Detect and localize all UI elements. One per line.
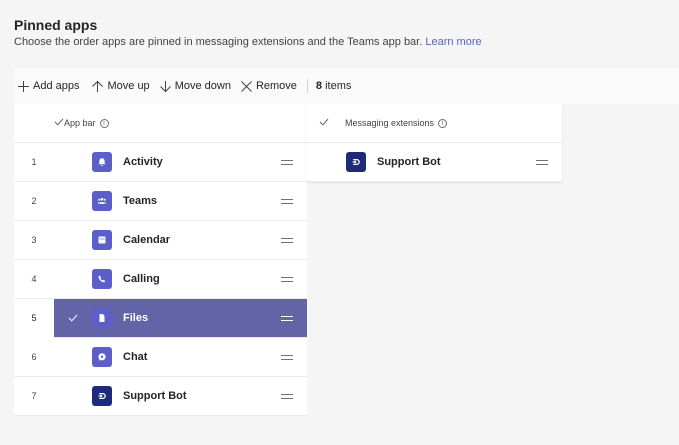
app-bar-row[interactable]: 7 Support Bot [14,377,307,416]
app-name: Calendar [123,234,171,246]
drag-handle-icon[interactable] [536,159,548,165]
learn-more-link[interactable]: Learn more [425,36,481,48]
page-title: Pinned apps [14,17,98,33]
messaging-extensions-header: Messaging extensions i [307,104,562,143]
add-apps-button[interactable]: Add apps [14,68,82,104]
arrow-down-icon [159,80,171,92]
toolbar-divider [306,79,308,93]
checkmark-icon [54,118,64,126]
calendar-icon [98,236,106,244]
app-bar-row[interactable]: 6 Chat [14,338,307,377]
remove-button[interactable]: Remove [237,68,300,104]
file-icon [99,314,105,322]
app-icon-tile [92,191,112,211]
app-name: Files [123,312,149,324]
messaging-extension-row[interactable]: Support Bot [307,143,562,182]
app-icon-tile [92,386,112,406]
move-up-label: Move up [107,80,150,92]
plus-icon [18,80,29,92]
app-name: Teams [123,195,158,207]
row-number: 5 [14,298,54,338]
app-icon-tile [92,308,112,328]
add-apps-label: Add apps [33,80,80,92]
drag-handle-icon[interactable] [281,159,293,165]
drag-handle-icon[interactable] [281,276,293,282]
app-bar-row[interactable]: 1 Activity [14,143,307,182]
app-icon-tile [92,269,112,289]
messaging-extensions-panel: Messaging extensions i Support Bot [307,104,562,182]
close-icon [241,80,252,92]
app-name: Activity [123,156,163,168]
item-count-suffix: items [325,80,352,92]
row-number: 2 [31,196,37,206]
app-name: Chat [123,351,148,363]
checkmark-icon [319,118,329,126]
app-bar-row[interactable]: 5 Files [14,298,307,338]
app-icon-tile [92,347,112,367]
row-checkbox[interactable] [54,314,92,322]
app-name: Support Bot [377,156,441,168]
info-icon[interactable]: i [99,118,109,128]
row-number: 1 [31,157,37,167]
drag-handle-icon[interactable] [281,354,293,360]
app-name: Calling [123,273,160,285]
app-bar-row[interactable]: 2 Teams [14,182,307,221]
item-count: 8 items [316,80,351,92]
bot-icon [98,392,106,400]
bot-icon [352,158,360,166]
people-icon [98,197,106,204]
app-icon-tile [92,152,112,172]
app-bar-header: App bar i [14,104,307,143]
page-header: Pinned apps Choose the order apps are pi… [14,16,482,49]
app-name: Support Bot [123,390,187,402]
app-bar-header-label: App bar [64,118,96,128]
drag-handle-icon[interactable] [281,237,293,243]
chat-icon [98,353,106,361]
item-count-value: 8 [315,80,323,92]
row-number: 6 [31,352,37,362]
drag-handle-icon[interactable] [281,198,293,204]
row-number: 7 [31,391,37,401]
arrow-up-icon [92,80,104,92]
app-icon-tile [92,230,112,250]
messaging-extensions-header-label: Messaging extensions [345,118,435,128]
app-bar-row[interactable]: 3 Calendar [14,221,307,260]
move-up-button[interactable]: Move up [88,68,152,104]
move-down-label: Move down [174,80,231,92]
select-all-extensions-checkbox[interactable] [319,118,333,128]
toolbar: Add apps Move up Move down Remove 8 item… [14,68,679,104]
info-icon[interactable]: i [438,118,448,128]
bell-icon [98,158,106,166]
select-all-checkbox[interactable] [54,118,64,128]
checkmark-icon [68,314,78,322]
app-bar-panel: App bar i 1 Activity 2 Teams 3 Calendar 4 Calli… [14,104,307,416]
drag-handle-icon[interactable] [281,315,293,321]
phone-icon [98,275,106,283]
remove-label: Remove [255,80,297,92]
row-number: 4 [31,274,37,284]
drag-handle-icon[interactable] [281,393,293,399]
messaging-extensions-list: Support Bot [307,143,562,182]
page-subtitle: Choose the order apps are pinned in mess… [14,35,482,49]
move-down-button[interactable]: Move down [156,68,234,104]
app-bar-row[interactable]: 4 Calling [14,260,307,299]
app-bar-list: 1 Activity 2 Teams 3 Calendar 4 Calling 5 Files 6 C… [14,143,307,416]
row-number: 3 [31,235,37,245]
subtitle-text: Choose the order apps are pinned in mess… [14,36,423,48]
app-icon-tile [346,152,366,172]
